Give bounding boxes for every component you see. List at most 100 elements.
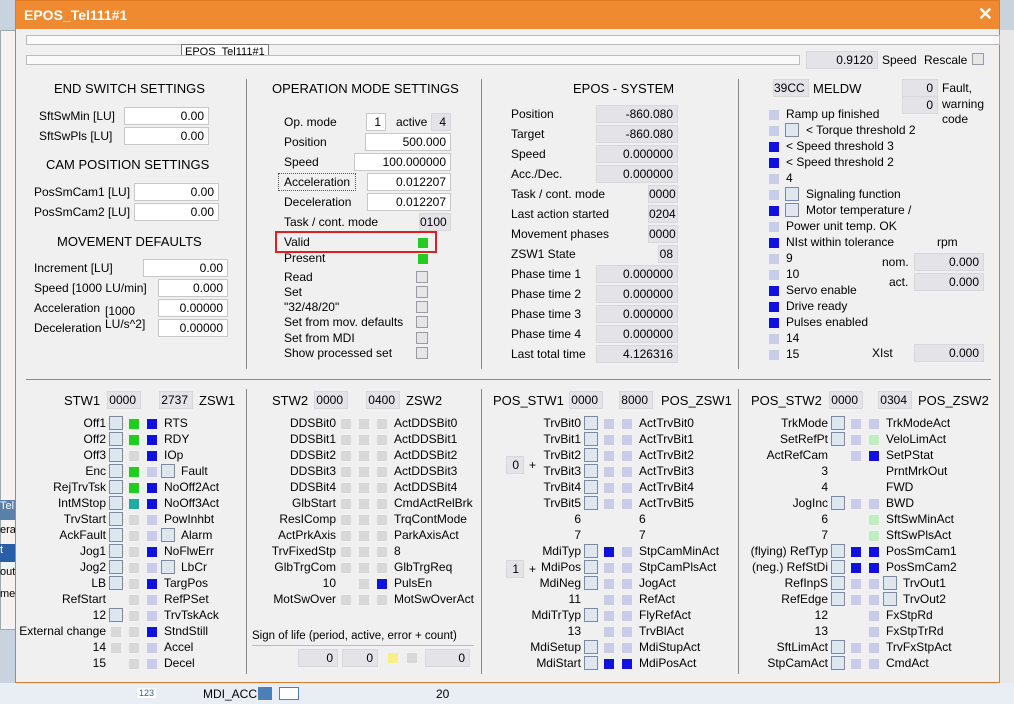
bg-icon-a[interactable] bbox=[258, 687, 272, 700]
speed-slider[interactable] bbox=[26, 55, 800, 65]
close-icon[interactable]: ✕ bbox=[978, 4, 993, 25]
meldw-bit-label: < Torque threshold 2 bbox=[806, 123, 916, 137]
stw1-bit-checkbox[interactable] bbox=[109, 416, 123, 430]
posstw2-status-checkbox[interactable] bbox=[883, 592, 897, 606]
stw1-bit-checkbox[interactable] bbox=[109, 496, 123, 510]
posstw2-bit-checkbox[interactable] bbox=[831, 416, 845, 430]
posstw1-bit-checkbox[interactable] bbox=[584, 480, 598, 494]
stw1-bit-checkbox[interactable] bbox=[109, 432, 123, 446]
posstw1-bit-indicator bbox=[604, 643, 614, 653]
posstw1-bit-label: 13 bbox=[567, 624, 581, 638]
read-checkbox[interactable] bbox=[416, 271, 428, 283]
fault-value: 0 bbox=[902, 79, 938, 97]
posstw2-bit-checkbox[interactable] bbox=[831, 656, 845, 670]
stw2-bit-indicator bbox=[341, 483, 351, 493]
stw1-status-indicator bbox=[147, 547, 157, 557]
stw1-bit-checkbox[interactable] bbox=[109, 528, 123, 542]
stw2-bit-indicator bbox=[359, 419, 369, 429]
set-32-checkbox[interactable] bbox=[416, 301, 428, 313]
posstw2-status-label: FWD bbox=[886, 480, 914, 494]
posstw2-bit-checkbox[interactable] bbox=[831, 544, 845, 558]
stw1-status-checkbox[interactable] bbox=[161, 528, 175, 542]
stw1-status-label: RefPSet bbox=[164, 592, 209, 606]
possmcam1-input[interactable]: 0.00 bbox=[134, 183, 219, 201]
show-processed-checkbox[interactable] bbox=[416, 347, 428, 359]
epos-title: EPOS - SYSTEM bbox=[573, 81, 675, 96]
meldw-bit-checkbox[interactable] bbox=[785, 203, 799, 217]
posstw1-bit-label: MdiSetup bbox=[530, 640, 581, 654]
op-accel-input[interactable]: 0.012207 bbox=[367, 173, 451, 191]
posstw1-bit-checkbox[interactable] bbox=[584, 560, 598, 574]
meldw-bit-indicator bbox=[769, 286, 779, 296]
stw1-status-checkbox[interactable] bbox=[161, 560, 175, 574]
stw1-bit-indicator bbox=[129, 451, 139, 461]
epos-value: 0.000000 bbox=[596, 145, 678, 163]
meldw-bit-label: Motor temperature / bbox=[806, 203, 912, 217]
possmcam2-input[interactable]: 0.00 bbox=[134, 203, 219, 221]
op-position-input[interactable]: 500.000 bbox=[365, 133, 451, 151]
posstw2-bit-checkbox[interactable] bbox=[831, 576, 845, 590]
posstw2-status-checkbox[interactable] bbox=[883, 576, 897, 590]
sftswpls-input[interactable]: 0.00 bbox=[124, 127, 209, 145]
posstw1-bit-checkbox[interactable] bbox=[584, 464, 598, 478]
title-bar[interactable]: EPOS_Tel111#1 ✕ bbox=[16, 1, 999, 29]
posstw2-bit-checkbox[interactable] bbox=[831, 496, 845, 510]
stw1-status-checkbox[interactable] bbox=[161, 464, 175, 478]
op-speed-input[interactable]: 100.000000 bbox=[354, 153, 451, 171]
op-decel-input[interactable]: 0.012207 bbox=[367, 193, 451, 211]
stw1-bit-checkbox[interactable] bbox=[109, 448, 123, 462]
posstw1-bit-checkbox[interactable] bbox=[584, 432, 598, 446]
top-slider[interactable] bbox=[26, 35, 1000, 45]
posstw1-bit-checkbox[interactable] bbox=[584, 656, 598, 670]
stw2-bit-indicator bbox=[341, 499, 351, 509]
bg-icon-b[interactable] bbox=[279, 687, 299, 700]
mov-accel-input[interactable]: 0.00000 bbox=[158, 299, 228, 317]
stw1-bit-indicator bbox=[129, 499, 139, 509]
sftswmin-input[interactable]: 0.00 bbox=[124, 107, 209, 125]
posstw2-status-label: SetPStat bbox=[886, 448, 934, 462]
posstw2-bit-label: 3 bbox=[821, 464, 828, 478]
posstw2-bit-checkbox[interactable] bbox=[831, 560, 845, 574]
stw1-bit-checkbox[interactable] bbox=[109, 464, 123, 478]
stw1-bit-checkbox[interactable] bbox=[109, 576, 123, 590]
posstw1-bit-checkbox[interactable] bbox=[584, 544, 598, 558]
stw1-bit-checkbox[interactable] bbox=[109, 560, 123, 574]
posstw1-bit-checkbox[interactable] bbox=[584, 608, 598, 622]
posstw2-bit-checkbox[interactable] bbox=[831, 592, 845, 606]
increment-input[interactable]: 0.00 bbox=[143, 259, 228, 277]
set-mdi-checkbox[interactable] bbox=[416, 332, 428, 344]
mov-speed-input[interactable]: 0.000 bbox=[158, 279, 228, 297]
op-position-label: Position bbox=[284, 135, 327, 149]
stw1-status-title: ZSW1 bbox=[199, 393, 236, 408]
posstw1-bit-checkbox[interactable] bbox=[584, 416, 598, 430]
stw1-bit-label: AckFault bbox=[59, 528, 106, 542]
stw1-bit-checkbox[interactable] bbox=[109, 544, 123, 558]
posstw2-bit-checkbox[interactable] bbox=[831, 432, 845, 446]
stw2-status-indicator bbox=[377, 547, 387, 557]
op-speed-label: Speed bbox=[284, 155, 319, 169]
set-mov-checkbox[interactable] bbox=[416, 316, 428, 328]
posstw1-bit-checkbox[interactable] bbox=[584, 640, 598, 654]
posstw2-bit-checkbox[interactable] bbox=[831, 640, 845, 654]
meldw-bit-checkbox[interactable] bbox=[785, 123, 799, 137]
meldw-bit-checkbox[interactable] bbox=[785, 187, 799, 201]
opmode-input[interactable]: 1 bbox=[366, 113, 386, 131]
posstw2-status-label: VeloLimAct bbox=[886, 432, 947, 446]
unit-label-2: LU/s^2] bbox=[105, 317, 146, 331]
set-checkbox[interactable] bbox=[416, 286, 428, 298]
pos-sel1[interactable]: 0 bbox=[506, 456, 524, 474]
meldw-bit-indicator bbox=[769, 142, 779, 152]
stw1-bit-checkbox[interactable] bbox=[109, 512, 123, 526]
posstw1-bit-checkbox[interactable] bbox=[584, 576, 598, 590]
posstw2-bit-indicator bbox=[851, 483, 861, 493]
posstw2-status-label: SftSwMinAct bbox=[886, 512, 955, 526]
rescale-checkbox[interactable] bbox=[972, 53, 984, 65]
stw1-bit-checkbox[interactable] bbox=[109, 480, 123, 494]
mov-decel-input[interactable]: 0.00000 bbox=[158, 319, 228, 337]
stw1-bit-checkbox[interactable] bbox=[109, 608, 123, 622]
posstw1-bit-checkbox[interactable] bbox=[584, 448, 598, 462]
stw1-bit-indicator bbox=[129, 515, 139, 525]
posstw1-bit-checkbox[interactable] bbox=[584, 496, 598, 510]
stw1-status-label: PowInhbt bbox=[164, 512, 215, 526]
pos-sel2[interactable]: 1 bbox=[506, 560, 524, 578]
